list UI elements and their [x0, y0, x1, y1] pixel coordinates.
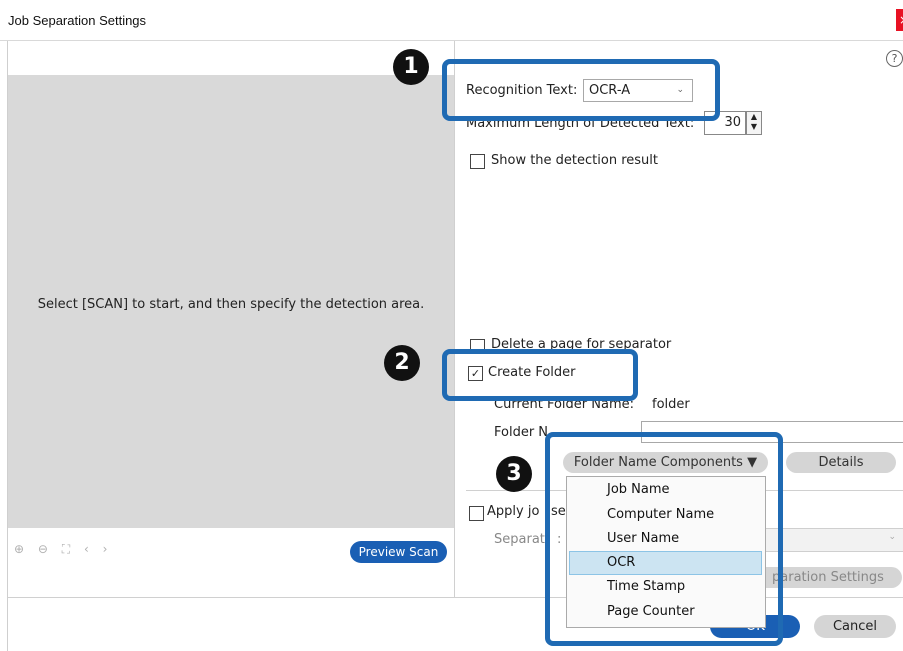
max-length-stepper[interactable]: ▲ ▼ — [746, 111, 762, 135]
callout-badge-1: 1 — [393, 49, 429, 85]
apply-label: Apply jo — [487, 504, 540, 519]
folder-name-label: Folder N — [494, 425, 549, 440]
details-button[interactable]: Details — [786, 452, 896, 473]
window-title: Job Separation Settings — [8, 13, 147, 28]
show-detection-checkbox[interactable] — [470, 154, 485, 169]
separator-label: Separat — [494, 532, 545, 547]
help-icon[interactable]: ? — [886, 50, 903, 67]
close-button[interactable]: × — [896, 9, 903, 31]
max-length-value: 30 — [724, 115, 741, 130]
callout-badge-2: 2 — [384, 345, 420, 381]
chevron-down-icon: ⌄ — [888, 532, 896, 542]
apply-checkbox[interactable] — [469, 506, 484, 521]
callout-box-3 — [545, 432, 783, 646]
callout-box-2 — [442, 349, 638, 401]
show-detection-label: Show the detection result — [491, 153, 658, 168]
zoom-controls-icon[interactable]: ⊕ ⊖ ⛶ ‹ › — [14, 542, 112, 557]
cancel-button[interactable]: Cancel — [814, 615, 896, 638]
callout-badge-3: 3 — [496, 456, 532, 492]
callout-box-1 — [442, 59, 720, 121]
preview-scan-button[interactable]: Preview Scan — [350, 541, 447, 563]
current-folder-value: folder — [652, 397, 690, 412]
preview-message: Select [SCAN] to start, and then specify… — [37, 297, 425, 312]
panel-divider — [454, 41, 455, 597]
